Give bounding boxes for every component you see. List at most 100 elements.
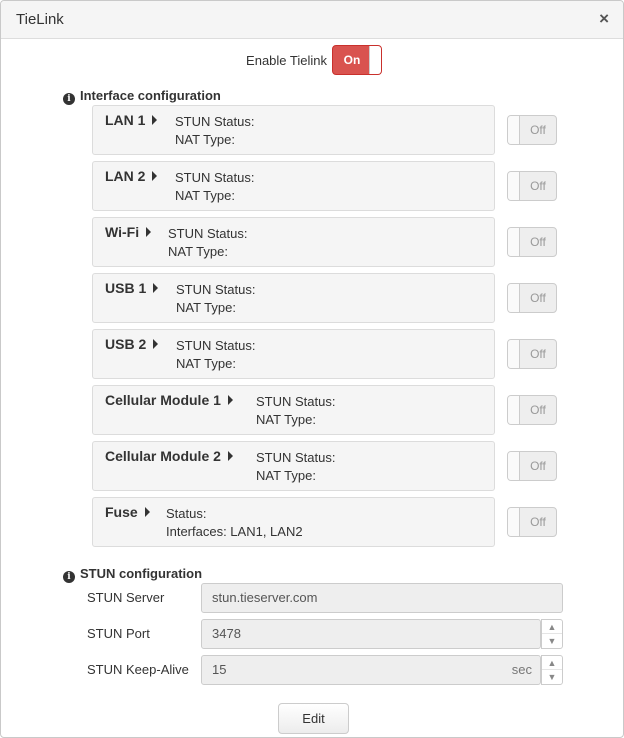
spinner-up-icon[interactable]: ▲ (542, 620, 562, 634)
stun-keepalive-spinner[interactable]: ▲ ▼ (541, 655, 563, 685)
caret-right-icon (152, 171, 158, 181)
caret-right-icon (152, 115, 158, 125)
stun-server-value: stun.tieserver.com (212, 590, 318, 605)
stun-port-spinner[interactable]: ▲ ▼ (541, 619, 563, 649)
toggle-off-text: Off (530, 403, 546, 417)
caret-right-icon (153, 339, 159, 349)
interface-enable-toggle[interactable]: Off (507, 451, 557, 481)
interface-detail-line: NAT Type: (168, 244, 228, 259)
enable-tielink-toggle[interactable]: On (332, 45, 382, 75)
interface-status-line: STUN Status: (176, 338, 256, 353)
interface-enable-toggle[interactable]: Off (507, 171, 557, 201)
interface-detail-line: NAT Type: (256, 412, 316, 427)
interface-enable-toggle[interactable]: Off (507, 395, 557, 425)
caret-right-icon (146, 227, 152, 237)
interface-detail-line: NAT Type: (256, 468, 316, 483)
toggle-off-text: Off (530, 235, 546, 249)
interface-card: Wi-Fi STUN Status: NAT Type: (92, 217, 495, 267)
edit-button[interactable]: Edit (278, 703, 349, 734)
toggle-knob (508, 396, 520, 424)
interface-detail-line: NAT Type: (176, 356, 236, 371)
stun-port-label: STUN Port (87, 626, 150, 641)
interface-configuration-heading: i Interface configuration (63, 88, 221, 105)
interface-detail-line: NAT Type: (175, 132, 235, 147)
interface-name: USB 2 (105, 336, 147, 352)
interface-enable-toggle[interactable]: Off (507, 507, 557, 537)
interface-status-line: STUN Status: (175, 170, 255, 185)
toggle-knob (369, 46, 381, 74)
interface-card: USB 2 STUN Status: NAT Type: (92, 329, 495, 379)
info-icon: i (63, 93, 75, 105)
interface-name-toggle[interactable]: USB 1 (105, 280, 159, 296)
stun-server-input[interactable]: stun.tieserver.com (201, 583, 563, 613)
interface-status-line: STUN Status: (176, 282, 256, 297)
interface-card: LAN 2 STUN Status: NAT Type: (92, 161, 495, 211)
toggle-knob (508, 284, 520, 312)
close-icon[interactable]: × (599, 10, 609, 28)
interface-configuration-title: Interface configuration (80, 88, 221, 103)
stun-server-label: STUN Server (87, 590, 165, 605)
caret-right-icon (144, 507, 150, 517)
interface-name-toggle[interactable]: Wi-Fi (105, 224, 152, 240)
interface-status-line: Status: (166, 506, 207, 521)
stun-keepalive-label: STUN Keep-Alive (87, 662, 189, 677)
caret-right-icon (227, 395, 233, 405)
spinner-up-icon[interactable]: ▲ (542, 656, 562, 670)
interface-name-toggle[interactable]: LAN 2 (105, 168, 158, 184)
interface-name: LAN 2 (105, 168, 146, 184)
interface-name: Cellular Module 2 (105, 448, 221, 464)
spinner-down-icon[interactable]: ▼ (542, 670, 562, 684)
dialog-header: TieLink × (1, 1, 623, 39)
toggle-off-text: Off (530, 459, 546, 473)
interface-name: Fuse (105, 504, 138, 520)
interface-name-toggle[interactable]: Cellular Module 1 (105, 392, 233, 408)
interface-status-line: STUN Status: (168, 226, 248, 241)
toggle-knob (508, 508, 520, 536)
interface-enable-toggle[interactable]: Off (507, 115, 557, 145)
toggle-knob (508, 172, 520, 200)
stun-keepalive-unit: sec (511, 662, 532, 677)
toggle-off-text: Off (530, 347, 546, 361)
stun-configuration-heading: i STUN configuration (63, 566, 202, 583)
info-icon: i (63, 571, 75, 583)
interface-name-toggle[interactable]: LAN 1 (105, 112, 158, 128)
stun-keepalive-input[interactable]: 15 sec (201, 655, 541, 685)
interface-name: USB 1 (105, 280, 147, 296)
interface-enable-toggle[interactable]: Off (507, 339, 557, 369)
enable-tielink-row: Enable Tielink On (1, 45, 624, 75)
interface-status-line: STUN Status: (256, 450, 336, 465)
toggle-off-text: Off (530, 291, 546, 305)
interface-name-toggle[interactable]: USB 2 (105, 336, 159, 352)
dialog-title: TieLink (16, 11, 64, 28)
toggle-knob (508, 452, 520, 480)
interface-enable-toggle[interactable]: Off (507, 227, 557, 257)
toggle-knob (508, 340, 520, 368)
interface-card: LAN 1 STUN Status: NAT Type: (92, 105, 495, 155)
interface-name-toggle[interactable]: Fuse (105, 504, 150, 520)
interface-name: Cellular Module 1 (105, 392, 221, 408)
interface-status-line: STUN Status: (256, 394, 336, 409)
interface-card: Fuse Status: Interfaces: LAN1, LAN2 (92, 497, 495, 547)
stun-port-value: 3478 (212, 626, 241, 641)
tielink-dialog: TieLink × Enable Tielink On i Interface c… (0, 0, 624, 738)
interface-detail-line: NAT Type: (175, 188, 235, 203)
interface-name-toggle[interactable]: Cellular Module 2 (105, 448, 233, 464)
stun-keepalive-value: 15 (212, 662, 227, 677)
toggle-on-text: On (343, 53, 361, 67)
spinner-down-icon[interactable]: ▼ (542, 634, 562, 648)
enable-tielink-label: Enable Tielink (246, 53, 327, 68)
toggle-off-text: Off (530, 179, 546, 193)
interface-card: Cellular Module 1 STUN Status: NAT Type: (92, 385, 495, 435)
interface-name: Wi-Fi (105, 224, 140, 240)
toggle-off-text: Off (530, 123, 546, 137)
interface-card: Cellular Module 2 STUN Status: NAT Type: (92, 441, 495, 491)
interface-enable-toggle[interactable]: Off (507, 283, 557, 313)
stun-configuration-title: STUN configuration (80, 566, 203, 581)
caret-right-icon (227, 451, 233, 461)
interface-name: LAN 1 (105, 112, 146, 128)
toggle-knob (508, 228, 520, 256)
stun-port-input[interactable]: 3478 (201, 619, 541, 649)
interface-card: USB 1 STUN Status: NAT Type: (92, 273, 495, 323)
caret-right-icon (153, 283, 159, 293)
interface-detail-line: Interfaces: LAN1, LAN2 (166, 524, 303, 539)
